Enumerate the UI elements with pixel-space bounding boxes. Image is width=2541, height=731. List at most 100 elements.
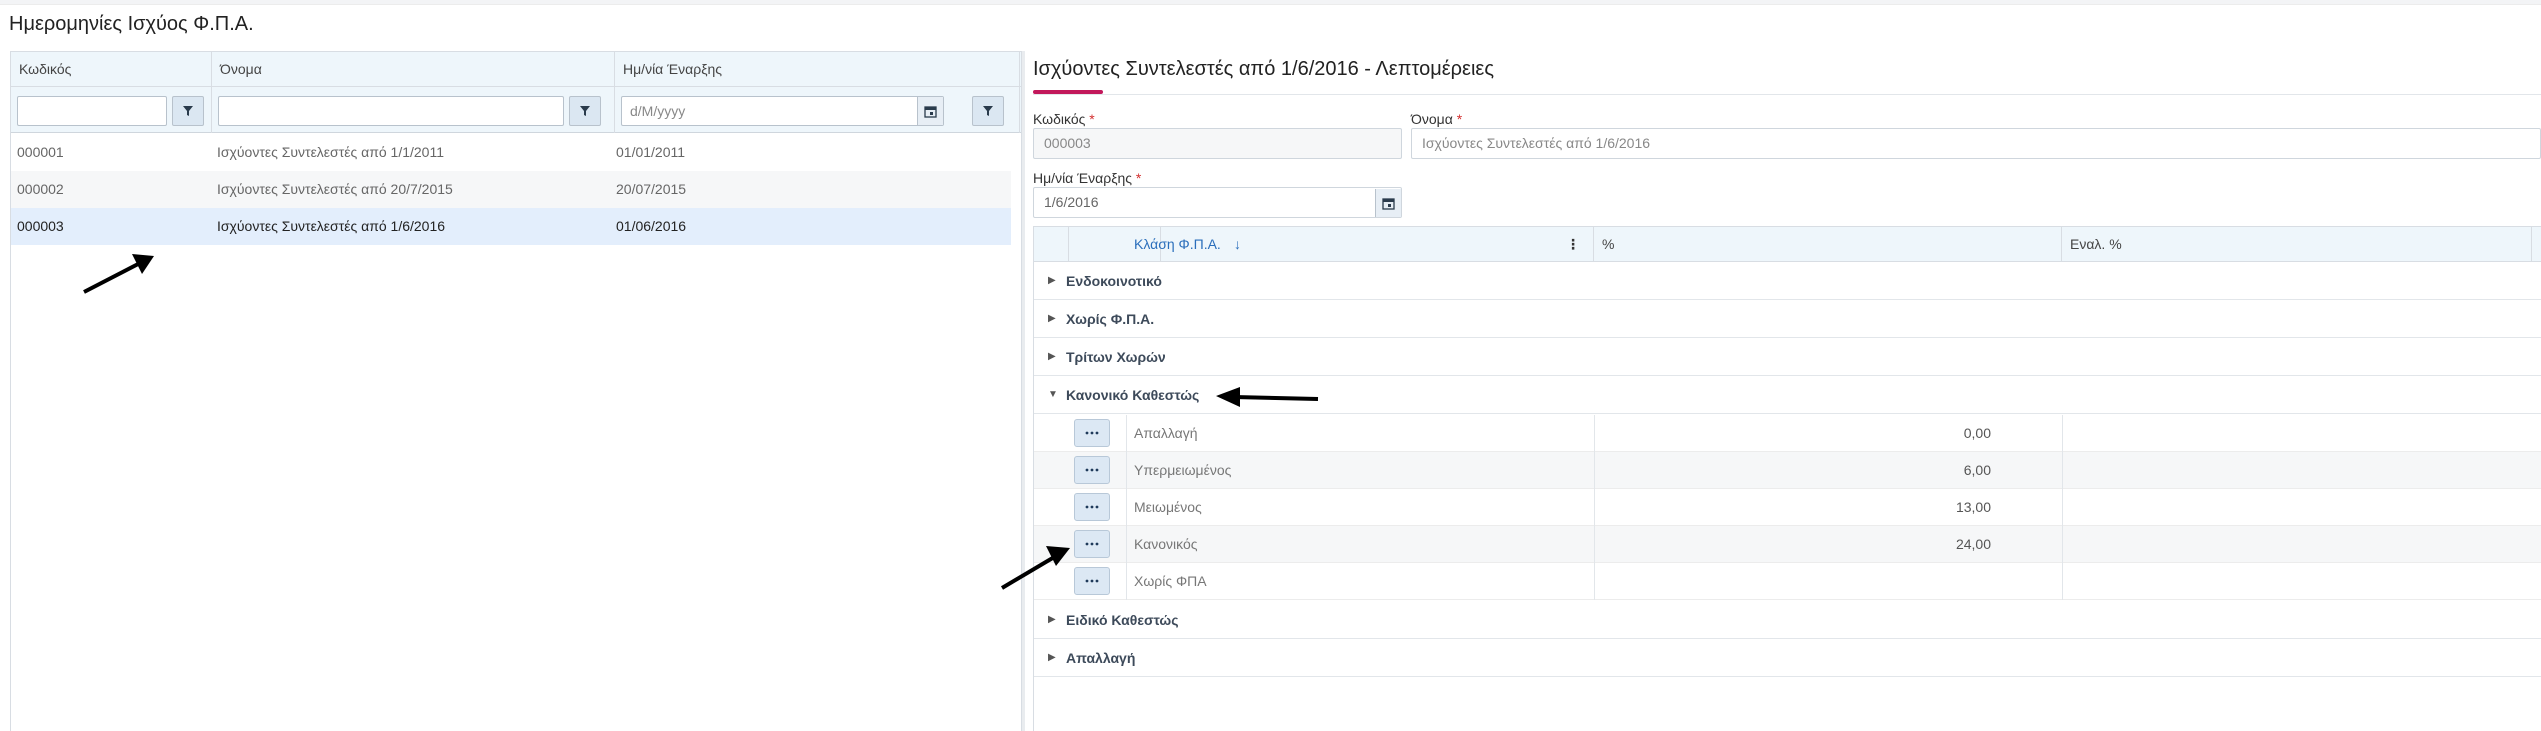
filter-input-start-date[interactable]: d/M/yyyy: [621, 96, 944, 126]
group-label: Ενδοκοινοτικό: [1066, 273, 1162, 289]
grid-header: Κλάση Φ.Π.Α. ↓ ⋮ % Εναλ. %: [1034, 226, 2541, 262]
filter-icon: [983, 106, 993, 116]
collapse-arrow-icon[interactable]: ▼: [1048, 376, 1058, 414]
start-date-field[interactable]: 1/6/2016: [1033, 187, 1402, 218]
column-header-percent[interactable]: %: [1594, 227, 2062, 261]
details-divider: [1033, 94, 2541, 95]
cell-divider: [2062, 489, 2063, 526]
row-code: 000001: [17, 144, 64, 160]
expand-arrow-icon[interactable]: ▶: [1048, 300, 1056, 338]
vat-class-row[interactable]: Κανονικός 24,00: [1034, 526, 2541, 563]
row-start-date: 01/06/2016: [616, 218, 687, 234]
row-start-date: 01/01/2011: [616, 144, 686, 160]
ellipsis-icon: [1085, 505, 1099, 509]
group-row-no-vat[interactable]: ▶ Χωρίς Φ.Π.Α.: [1034, 300, 2541, 338]
group-label: Ειδικό Καθεστώς: [1066, 612, 1179, 628]
edit-row-button[interactable]: [1074, 493, 1110, 521]
row-code: 000002: [17, 181, 64, 197]
filter-icon: [183, 106, 193, 116]
filter-cell-code: [11, 87, 212, 133]
filter-cell-start-date: d/M/yyyy: [615, 87, 1020, 133]
ellipsis-icon: [1085, 542, 1099, 546]
group-row-intra-community[interactable]: ▶ Ενδοκοινοτικό: [1034, 262, 2541, 300]
column-menu-icon[interactable]: ⋮: [1566, 227, 1580, 261]
filter-button-name[interactable]: [569, 96, 601, 126]
date-placeholder: d/M/yyyy: [630, 103, 686, 119]
cell-divider: [1126, 526, 1127, 563]
vat-class-row[interactable]: Μειωμένος 13,00: [1034, 489, 2541, 526]
group-row-third-countries[interactable]: ▶ Τρίτων Χωρών: [1034, 338, 2541, 376]
cell-divider: [2062, 563, 2063, 600]
group-label: Τρίτων Χωρών: [1066, 349, 1166, 365]
panel-splitter[interactable]: [1022, 51, 1025, 731]
date-picker-button[interactable]: [1375, 189, 1401, 217]
list-header: Κωδικός Όνομα Ημ/νία Έναρξης: [11, 52, 1021, 87]
row-name: Ισχύοντες Συντελεστές από 1/1/2011: [217, 144, 444, 160]
column-header-start-date[interactable]: Ημ/νία Έναρξης: [615, 52, 1020, 87]
filter-icon: [580, 106, 590, 116]
start-date-label: Ημ/νία Έναρξης *: [1033, 170, 1142, 186]
sort-descending-icon[interactable]: ↓: [1234, 227, 1241, 261]
ellipsis-icon: [1085, 468, 1099, 472]
name-label: Όνομα *: [1411, 111, 1463, 127]
filter-button-code[interactable]: [172, 96, 204, 126]
list-row-selected[interactable]: 000003 Ισχύοντες Συντελεστές από 1/6/201…: [11, 208, 1011, 245]
row-name: Ισχύοντες Συντελεστές από 1/6/2016: [217, 218, 446, 234]
list-row[interactable]: 000001 Ισχύοντες Συντελεστές από 1/1/201…: [11, 134, 1011, 171]
vat-percent: 0,00: [1963, 425, 1991, 441]
code-field[interactable]: 000003: [1033, 128, 1402, 159]
expand-arrow-icon[interactable]: ▶: [1048, 601, 1056, 639]
annotation-arrow-icon: [1216, 387, 1319, 407]
group-row-special-regime[interactable]: ▶ Ειδικό Καθεστώς: [1034, 601, 2541, 639]
column-header-name[interactable]: Όνομα: [212, 52, 615, 87]
group-row-exemption[interactable]: ▶ Απαλλαγή: [1034, 639, 2541, 677]
vat-percent: 13,00: [1955, 499, 1991, 515]
calendar-icon: [924, 105, 937, 118]
cell-divider: [2062, 452, 2063, 489]
group-label: Χωρίς Φ.Π.Α.: [1066, 311, 1155, 327]
column-header-code[interactable]: Κωδικός: [11, 52, 212, 87]
ellipsis-icon: [1085, 579, 1099, 583]
list-row[interactable]: 000002 Ισχύοντες Συντελεστές από 20/7/20…: [11, 171, 1011, 208]
filter-button-start-date[interactable]: [972, 96, 1004, 126]
page-title: Ημερομηνίες Ισχύος Φ.Π.Α.: [9, 13, 254, 35]
vat-percent: 6,00: [1963, 462, 1991, 478]
column-header-vat-class[interactable]: Κλάση Φ.Π.Α. ↓ ⋮: [1126, 227, 1594, 261]
list-filter-row: d/M/yyyy: [11, 87, 1021, 133]
edit-row-button[interactable]: [1074, 419, 1110, 447]
edit-row-button[interactable]: [1074, 530, 1110, 558]
name-field[interactable]: Ισχύοντες Συντελεστές από 1/6/2016: [1411, 128, 2541, 159]
vat-class-name: Χωρίς ΦΠΑ: [1134, 573, 1207, 589]
expand-arrow-icon[interactable]: ▶: [1048, 262, 1056, 300]
ellipsis-icon: [1085, 431, 1099, 435]
cell-divider: [1126, 489, 1127, 526]
vat-class-row[interactable]: Υπερμειωμένος 6,00: [1034, 452, 2541, 489]
row-code: 000003: [17, 218, 64, 234]
vat-class-name: Απαλλαγή: [1134, 425, 1198, 441]
row-start-date: 20/07/2015: [616, 181, 687, 197]
vat-class-name: Μειωμένος: [1134, 499, 1202, 515]
expand-arrow-icon[interactable]: ▶: [1048, 338, 1056, 376]
annotation-arrow-icon: [1000, 546, 1070, 590]
column-header-alt-percent[interactable]: Εναλ. %: [2062, 227, 2532, 261]
edit-row-button[interactable]: [1074, 567, 1110, 595]
code-label: Κωδικός *: [1033, 111, 1095, 127]
vat-dates-list: Κωδικός Όνομα Ημ/νία Έναρξης d/M/yyyy 00…: [10, 51, 1022, 731]
filter-input-code[interactable]: [17, 96, 167, 126]
vat-class-name: Υπερμειωμένος: [1134, 462, 1232, 478]
details-title: Ισχύοντες Συντελεστές από 1/6/2016 - Λεπ…: [1033, 58, 1494, 80]
edit-row-button[interactable]: [1074, 456, 1110, 484]
vat-classes-grid: Κλάση Φ.Π.Α. ↓ ⋮ % Εναλ. % ▶ Ενδοκοινοτι…: [1033, 226, 2541, 731]
vat-class-name: Κανονικός: [1134, 536, 1198, 552]
group-label: Κανονικό Καθεστώς: [1066, 387, 1200, 403]
cell-divider: [2062, 415, 2063, 452]
filter-date-picker-button[interactable]: [917, 97, 943, 125]
filter-input-name[interactable]: [218, 96, 564, 126]
cell-divider: [1126, 415, 1127, 452]
vat-class-row[interactable]: Χωρίς ΦΠΑ: [1034, 563, 2541, 600]
cell-divider: [2062, 526, 2063, 563]
header-expand-col: [1034, 227, 1069, 261]
expand-arrow-icon[interactable]: ▶: [1048, 639, 1056, 677]
row-name: Ισχύοντες Συντελεστές από 20/7/2015: [217, 181, 453, 197]
vat-class-row[interactable]: Απαλλαγή 0,00: [1034, 415, 2541, 452]
